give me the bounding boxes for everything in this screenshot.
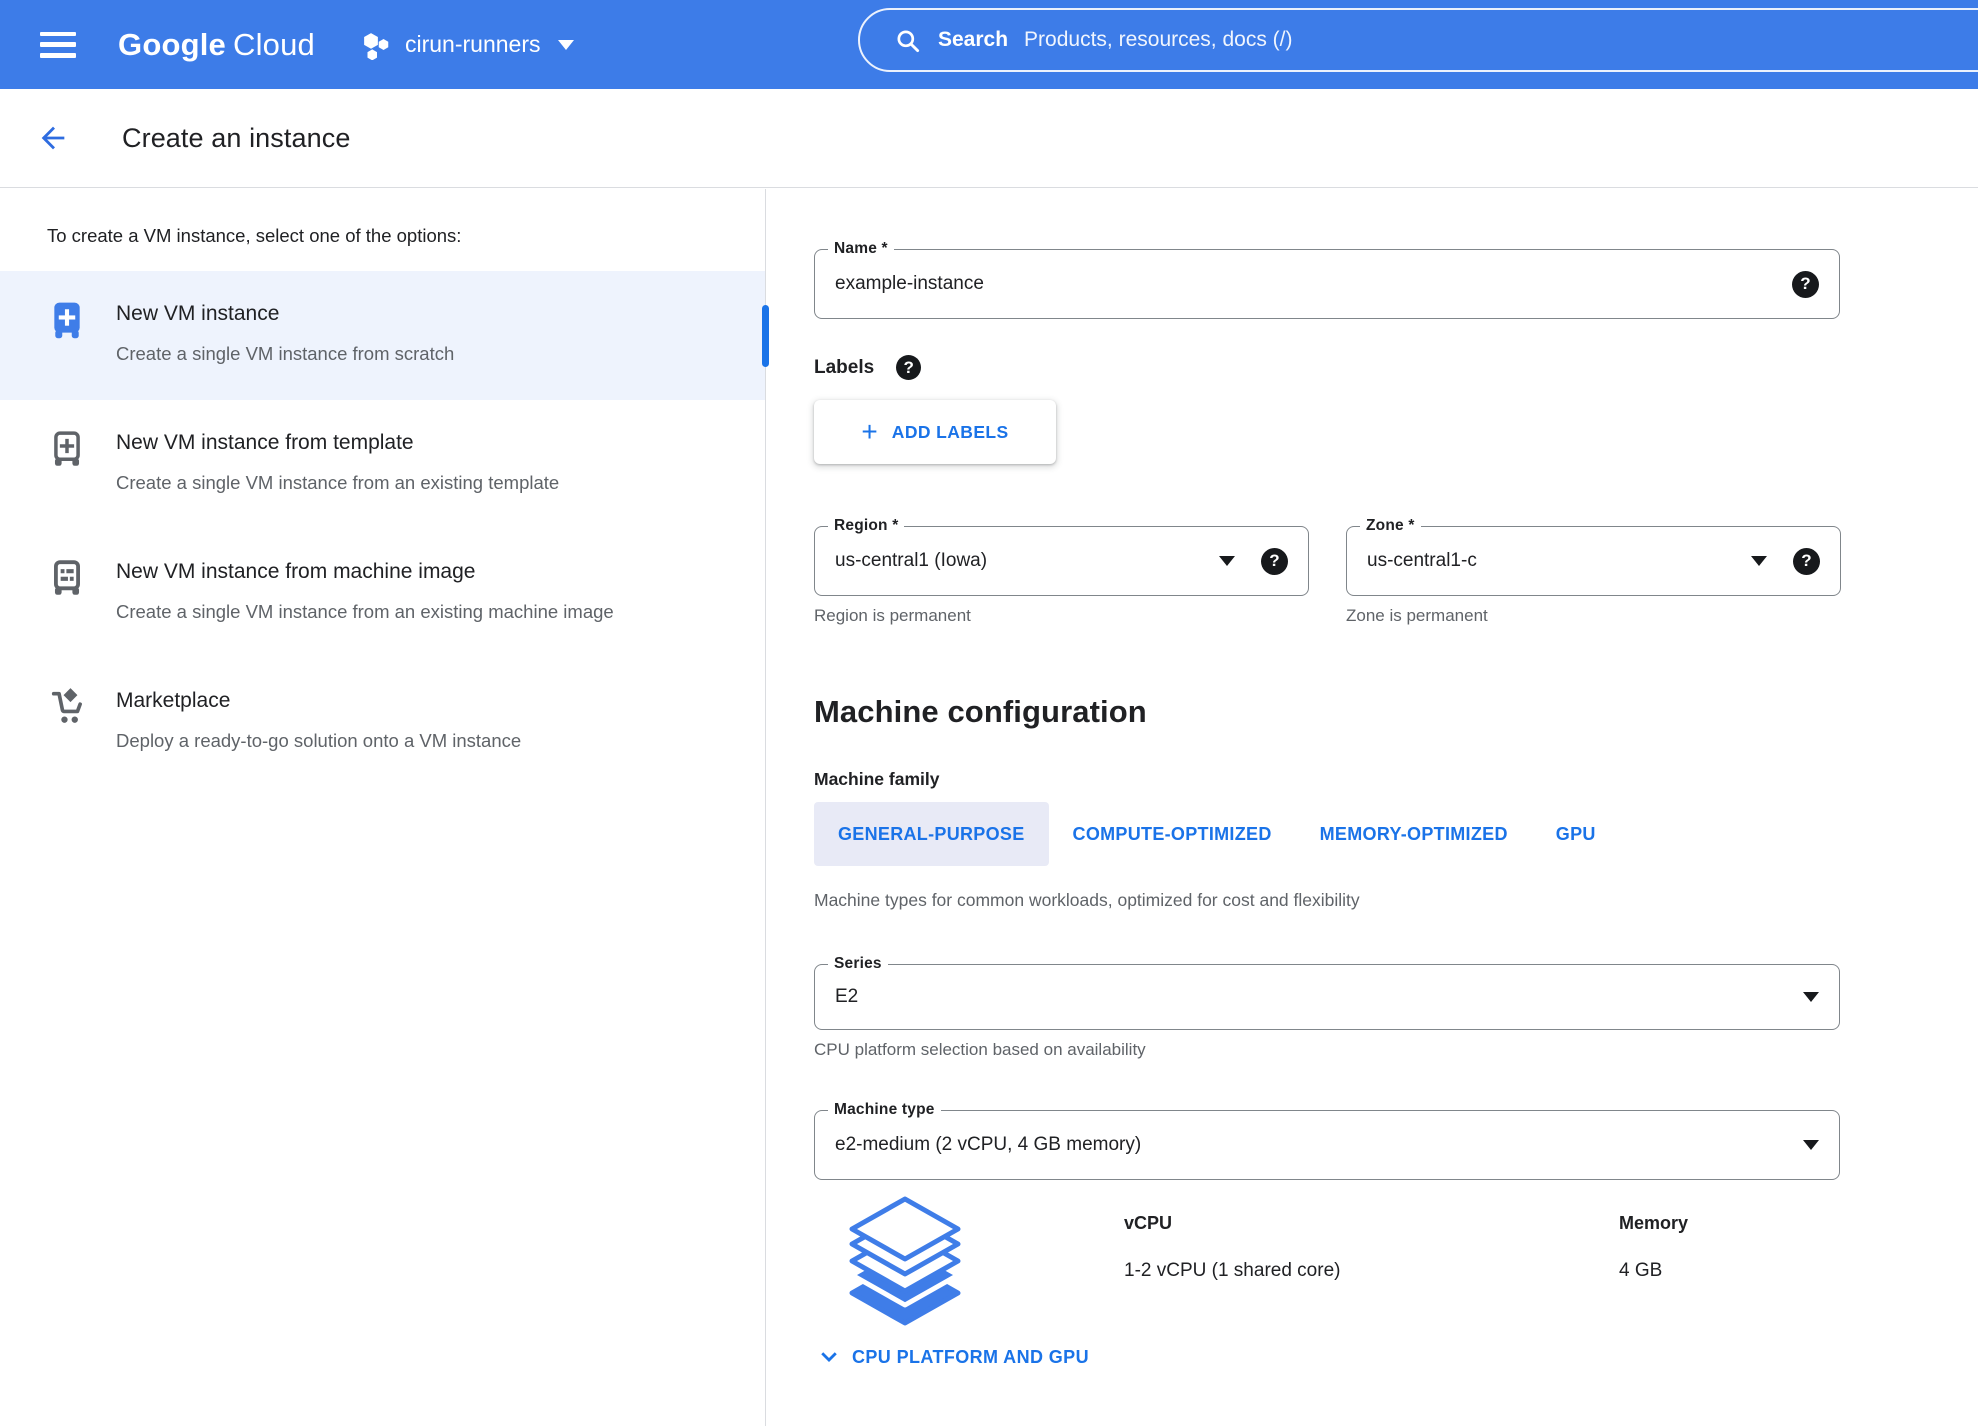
menu-icon[interactable] — [40, 32, 76, 58]
tab-compute-optimized[interactable]: COMPUTE-OPTIMIZED — [1049, 802, 1296, 866]
option-title: New VM instance from machine image — [116, 556, 614, 588]
search-input[interactable]: Search Products, resources, docs (/) — [858, 8, 1978, 72]
tab-general-purpose[interactable]: GENERAL-PURPOSE — [814, 802, 1049, 866]
memory-value: 4 GB — [1619, 1260, 1688, 1282]
vcpu-value: 1-2 vCPU (1 shared core) — [1124, 1260, 1340, 1282]
region-help-icon[interactable]: ? — [1261, 548, 1288, 575]
option-description: Deploy a ready-to-go solution onto a VM … — [116, 721, 521, 760]
page-title: Create an instance — [122, 123, 350, 154]
page-header: Create an instance — [0, 89, 1978, 188]
series-select-label: Series — [828, 955, 888, 973]
machine-configuration-heading: Machine configuration — [814, 694, 1978, 730]
sidebar-intro-text: To create a VM instance, select one of t… — [0, 189, 765, 271]
selection-indicator — [762, 305, 769, 367]
layers-icon — [844, 1195, 966, 1327]
series-select-value: E2 — [835, 986, 1803, 1008]
create-instance-page: GoogleCloud cirun-runners Search Product… — [0, 0, 1978, 1426]
name-field[interactable]: Name * example-instance ? — [814, 249, 1840, 319]
region-select-label: Region * — [828, 517, 904, 535]
search-label: Search — [938, 28, 1008, 52]
region-select[interactable]: Region * us-central1 (Iowa) ? — [814, 526, 1309, 596]
machine-family-caption: Machine types for common workloads, opti… — [814, 890, 1978, 911]
project-caret-icon — [558, 40, 574, 50]
option-title: New VM instance — [116, 298, 454, 330]
cpu-platform-gpu-expander[interactable]: CPU PLATFORM AND GPU — [814, 1342, 1978, 1372]
plus-icon: + — [861, 418, 877, 446]
machine-image-icon — [48, 556, 86, 600]
dropdown-caret-icon — [1803, 992, 1819, 1002]
instance-form: Name * example-instance ? Labels ? + ADD… — [766, 189, 1978, 1426]
chevron-down-icon — [814, 1342, 844, 1372]
top-navigation-bar: GoogleCloud cirun-runners Search Product… — [0, 0, 1978, 89]
zone-help-icon[interactable]: ? — [1793, 548, 1820, 575]
option-description: Create a single VM instance from an exis… — [116, 463, 559, 502]
zone-helper-text: Zone is permanent — [1346, 606, 1841, 626]
name-help-icon[interactable]: ? — [1792, 271, 1819, 298]
creation-options-sidebar: To create a VM instance, select one of t… — [0, 189, 766, 1426]
series-helper-text: CPU platform selection based on availabi… — [814, 1040, 1840, 1060]
project-name: cirun-runners — [405, 31, 541, 58]
memory-header: Memory — [1619, 1213, 1688, 1234]
search-placeholder: Products, resources, docs (/) — [1024, 28, 1292, 52]
series-select[interactable]: Series E2 — [814, 964, 1840, 1030]
vm-template-plus-icon — [48, 427, 86, 471]
machine-type-label: Machine type — [828, 1101, 941, 1119]
vm-plus-icon — [48, 298, 86, 342]
option-title: New VM instance from template — [116, 427, 559, 459]
sidebar-item-new-vm-from-template[interactable]: New VM instance from template Create a s… — [0, 400, 765, 529]
tab-memory-optimized[interactable]: MEMORY-OPTIMIZED — [1296, 802, 1532, 866]
region-select-value: us-central1 (Iowa) — [835, 550, 1219, 572]
machine-type-value: e2-medium (2 vCPU, 4 GB memory) — [835, 1134, 1803, 1156]
search-icon — [894, 27, 921, 54]
machine-family-tabs: GENERAL-PURPOSE COMPUTE-OPTIMIZED MEMORY… — [814, 802, 1978, 866]
labels-section-label: Labels — [814, 357, 874, 379]
option-title: Marketplace — [116, 685, 521, 717]
sidebar-item-marketplace[interactable]: Marketplace Deploy a ready-to-go solutio… — [0, 658, 765, 787]
add-labels-button[interactable]: + ADD LABELS — [814, 400, 1056, 464]
sidebar-item-new-vm-instance[interactable]: New VM instance Create a single VM insta… — [0, 271, 765, 400]
labels-help-icon[interactable]: ? — [896, 355, 921, 380]
region-helper-text: Region is permanent — [814, 606, 1309, 626]
zone-select-label: Zone * — [1360, 517, 1421, 535]
dropdown-caret-icon — [1219, 556, 1235, 566]
tab-gpu[interactable]: GPU — [1532, 802, 1620, 866]
dropdown-caret-icon — [1751, 556, 1767, 566]
back-arrow-button[interactable] — [36, 121, 70, 155]
zone-select-value: us-central1-c — [1367, 550, 1751, 572]
marketplace-cart-icon — [48, 685, 86, 729]
vcpu-header: vCPU — [1124, 1213, 1340, 1234]
sidebar-item-new-vm-from-machine-image[interactable]: New VM instance from machine image Creat… — [0, 529, 765, 658]
zone-select[interactable]: Zone * us-central1-c ? — [1346, 526, 1841, 596]
dropdown-caret-icon — [1803, 1140, 1819, 1150]
option-description: Create a single VM instance from scratch — [116, 334, 454, 373]
machine-type-select[interactable]: Machine type e2-medium (2 vCPU, 4 GB mem… — [814, 1110, 1840, 1180]
machine-type-specs: vCPU 1-2 vCPU (1 shared core) Memory 4 G… — [814, 1195, 1840, 1330]
name-field-value: example-instance — [835, 273, 1792, 295]
name-field-label: Name * — [828, 240, 894, 258]
machine-family-label: Machine family — [814, 769, 1978, 790]
content-area: To create a VM instance, select one of t… — [0, 189, 1978, 1426]
option-description: Create a single VM instance from an exis… — [116, 592, 614, 631]
project-hexagons-icon — [361, 30, 391, 60]
google-cloud-logo[interactable]: GoogleCloud — [118, 27, 315, 63]
project-selector[interactable]: cirun-runners — [361, 30, 575, 60]
